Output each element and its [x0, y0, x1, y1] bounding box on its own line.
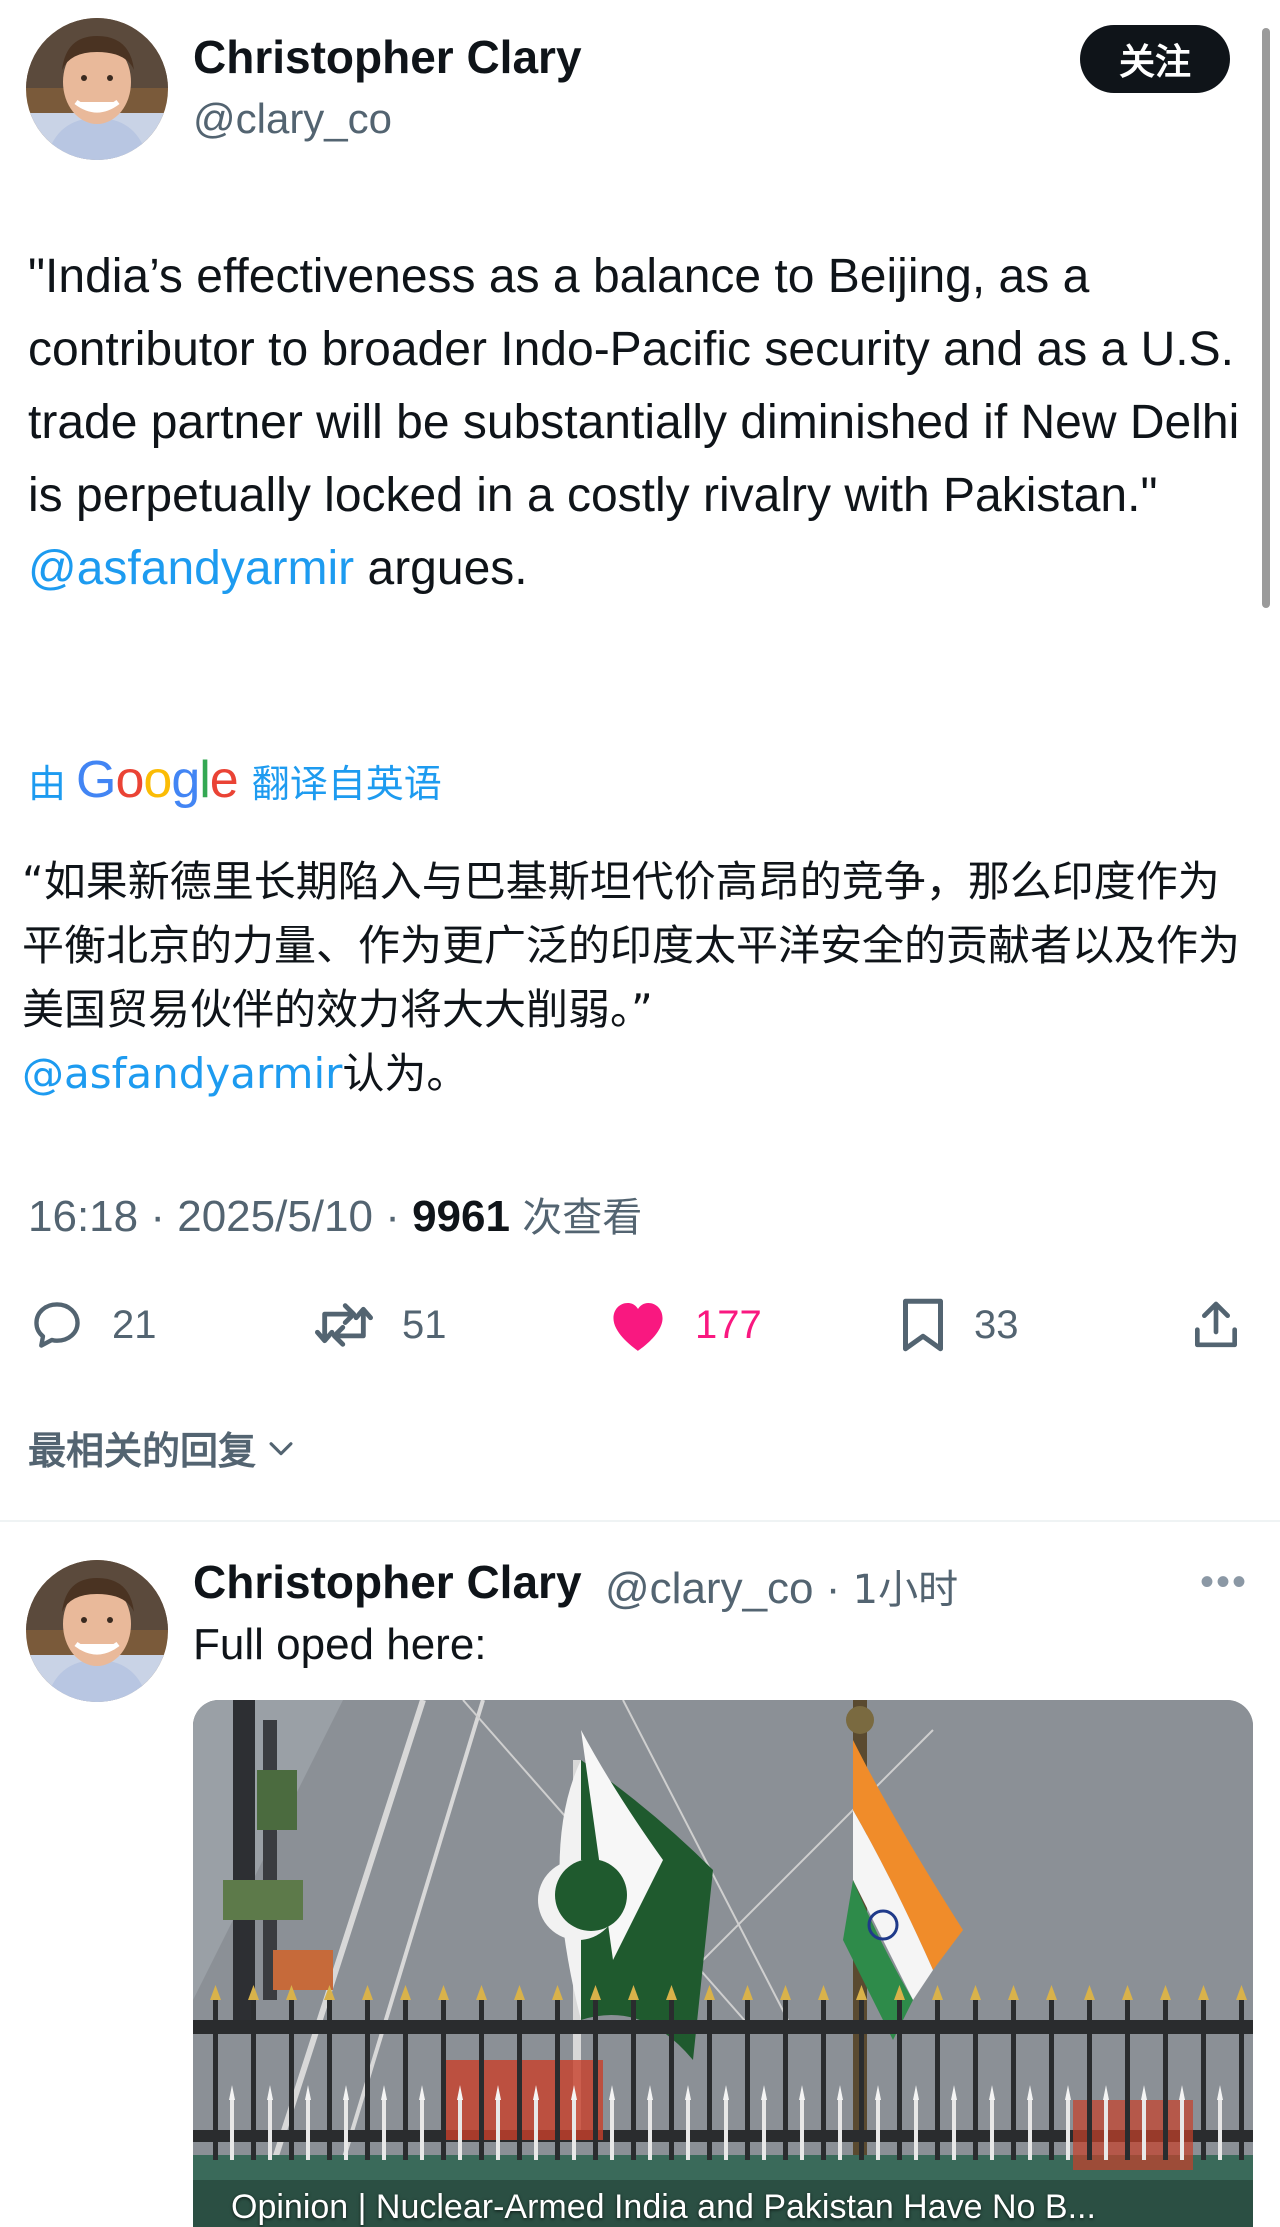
reply-count: 21	[112, 1302, 157, 1347]
mention-link[interactable]: @asfandyarmir	[28, 542, 354, 595]
translate-by-label: 由	[28, 761, 67, 806]
bookmark-icon	[903, 1298, 943, 1352]
reply-author-meta: @clary_co · 1小时	[605, 1564, 959, 1613]
tweet-text-tail: argues.	[354, 542, 528, 595]
divider	[0, 1520, 1280, 1522]
card-caption: Opinion | Nuclear-Armed India and Pakist…	[231, 2188, 1096, 2226]
reply-action[interactable]: 21	[28, 1290, 157, 1360]
views-count: 9961	[412, 1192, 510, 1241]
retweet-icon	[314, 1303, 373, 1347]
tweet-time[interactable]: 16:18	[28, 1192, 138, 1241]
replies-sort-dropdown[interactable]: 最相关的回复	[28, 1420, 298, 1475]
translated-mention-link[interactable]: @asfandyarmir	[22, 1049, 342, 1098]
author-handle[interactable]: @clary_co	[193, 95, 392, 143]
translated-text-tail: 认为。	[342, 1049, 469, 1098]
retweet-action[interactable]: 51	[312, 1290, 447, 1360]
reply-author-handle[interactable]: @clary_co	[605, 1564, 814, 1613]
reply-author-avatar[interactable]	[26, 1560, 168, 1702]
tweet-text: "India’s effectiveness as a balance to B…	[28, 240, 1248, 605]
like-count: 177	[695, 1302, 762, 1347]
more-options-icon[interactable]: •••	[1200, 1560, 1248, 1605]
views-label: 次查看	[522, 1195, 643, 1241]
retweet-count: 51	[402, 1302, 447, 1347]
scrollbar[interactable]	[1262, 28, 1270, 608]
reply-author-name[interactable]: Christopher Clary	[193, 1555, 582, 1609]
like-action[interactable]: 177	[607, 1290, 762, 1360]
translated-text: “如果新德里长期陷入与巴基斯坦代价高昂的竞争，那么印度作为平衡北京的力量、作为更…	[22, 850, 1252, 1106]
reply-time[interactable]: 1小时	[853, 1567, 958, 1613]
reply-text: Full oped here:	[193, 1620, 487, 1669]
heart-icon	[613, 1303, 663, 1351]
translate-from-label: 翻译自英语	[251, 761, 442, 806]
translated-text-body: “如果新德里长期陷入与巴基斯坦代价高昂的竞争，那么印度作为平衡北京的力量、作为更…	[22, 857, 1241, 1034]
chevron-down-icon	[269, 1441, 293, 1455]
reply-icon	[34, 1302, 80, 1348]
card-image	[193, 1700, 1253, 2227]
author-name[interactable]: Christopher Clary	[193, 30, 582, 84]
tweet-text-body: "India’s effectiveness as a balance to B…	[28, 250, 1240, 522]
link-card[interactable]: Opinion | Nuclear-Armed India and Pakist…	[193, 1700, 1253, 2227]
tweet-date[interactable]: 2025/5/10	[177, 1192, 373, 1241]
google-logo: Google	[76, 751, 239, 809]
replies-sort-label: 最相关的回复	[28, 1429, 257, 1473]
share-action[interactable]	[1188, 1290, 1244, 1360]
share-icon	[1195, 1301, 1237, 1348]
author-avatar[interactable]	[26, 18, 168, 160]
translate-attribution[interactable]: 由 Google 翻译自英语	[28, 750, 442, 810]
follow-button[interactable]: 关注	[1080, 25, 1230, 93]
bookmark-count: 33	[974, 1302, 1019, 1347]
tweet-meta: 16:18 · 2025/5/10 · 9961 次查看	[28, 1192, 643, 1241]
bookmark-action[interactable]: 33	[898, 1290, 1019, 1360]
